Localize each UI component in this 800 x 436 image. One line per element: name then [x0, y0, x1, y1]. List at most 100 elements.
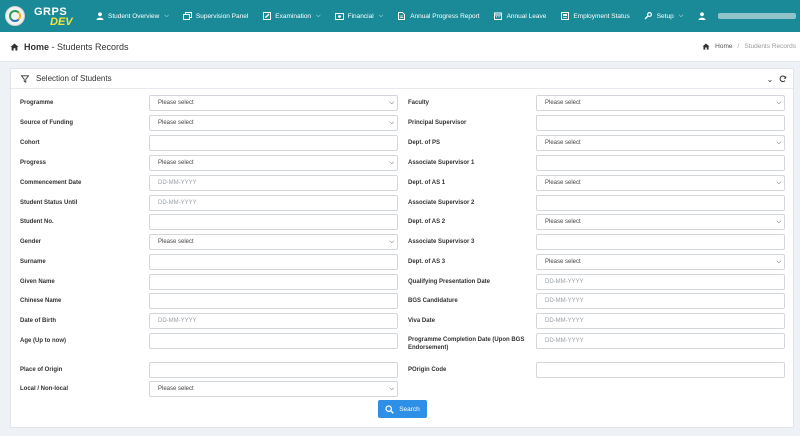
chevron-down-icon: ⌵ — [776, 259, 781, 265]
dept-of-ps-label: Dept. of PS — [408, 140, 441, 146]
page-title-sub: - Students Records — [49, 41, 129, 52]
chevron-down-icon: ⌵ — [776, 180, 781, 186]
edit-icon — [262, 12, 271, 21]
logo-icon — [5, 6, 25, 26]
local-non-local-label: Local / Non-local — [20, 386, 69, 392]
nav-examination[interactable]: Examination ⌵ — [255, 0, 327, 32]
id-card-icon — [560, 12, 569, 21]
form-row: Qualifying Presentation Date DD-MM-YYYY — [11, 274, 795, 290]
dept-of-as2-select[interactable]: Please select ⌵ — [536, 214, 785, 230]
redacted-username — [718, 13, 796, 19]
bgs-candidature-label: BGS Candidature — [408, 298, 458, 304]
associate-supervisor-3-label: Associate Supervisor 3 — [408, 239, 475, 245]
form-row: Dept. of PS Please select ⌵ — [11, 135, 795, 151]
nav-annual-progress-report[interactable]: Annual Progress Report — [390, 0, 486, 32]
chevron-down-icon: ⌵ — [776, 140, 781, 146]
money-icon — [334, 12, 344, 21]
form-row: BGS Candidature DD-MM-YYYY — [11, 293, 795, 309]
brand[interactable]: GRPS DEV — [30, 0, 88, 32]
form-row: Associate Supervisor 1 — [11, 155, 795, 171]
environment-badge: DEV — [50, 16, 73, 28]
search-label: Search — [399, 405, 420, 413]
dept-of-as3-label: Dept. of AS 3 — [408, 259, 446, 265]
chevron-down-icon: ⌵ — [776, 219, 781, 225]
dept-of-as1-select[interactable]: Please select ⌵ — [536, 175, 785, 191]
qualifying-presentation-date-label: Qualifying Presentation Date — [408, 279, 491, 285]
programme-completion-date-label: Programme Completion Date (Upon BGS Endo… — [408, 337, 525, 351]
viva-date-input[interactable]: DD-MM-YYYY — [536, 313, 785, 329]
top-navbar: GRPS DEV Student Overview ⌵ Supervision … — [0, 0, 800, 32]
breadcrumb-separator: / — [737, 42, 740, 50]
dept-of-as1-label: Dept. of AS 1 — [408, 180, 446, 186]
nav-employment-status[interactable]: Employment Status — [553, 0, 636, 32]
faculty-select[interactable]: Please select ⌵ — [536, 95, 785, 111]
associate-supervisor-3-input[interactable] — [536, 234, 785, 250]
form-row: Dept. of AS 2 Please select ⌵ — [11, 214, 795, 230]
local-non-local-select[interactable]: Please select ⌵ — [149, 381, 398, 397]
user-menu[interactable] — [697, 0, 796, 32]
chevron-down-icon: ⌵ — [378, 12, 384, 19]
nav-setup[interactable]: Setup ⌵ — [637, 0, 691, 32]
form-row: Faculty Please select ⌵ — [11, 95, 795, 111]
form-row: Associate Supervisor 2 — [11, 195, 795, 211]
home-icon — [701, 41, 711, 51]
viva-date-label: Viva Date — [408, 318, 435, 324]
filter-icon — [20, 74, 29, 83]
search-icon — [385, 404, 394, 414]
nav-label: Annual Leave — [506, 12, 547, 20]
nav-student-overview[interactable]: Student Overview ⌵ — [88, 0, 176, 32]
porigin-code-input[interactable] — [536, 362, 785, 378]
nav-financial[interactable]: Financial ⌵ — [328, 0, 391, 32]
main-menu: Student Overview ⌵ Supervision Panel Exa… — [88, 0, 690, 32]
associate-supervisor-2-input[interactable] — [536, 195, 785, 211]
user-icon — [697, 12, 706, 21]
principal-supervisor-label: Principal Supervisor — [408, 120, 467, 126]
card-title: Selection of Students — [36, 74, 112, 83]
calendar-icon — [494, 12, 503, 21]
breadcrumb-home[interactable]: Home — [715, 43, 732, 50]
form-row: Viva Date DD-MM-YYYY — [11, 313, 795, 329]
dept-of-ps-select[interactable]: Please select ⌵ — [536, 135, 785, 151]
associate-supervisor-2-label: Associate Supervisor 2 — [408, 200, 475, 206]
select-value: Please select — [545, 100, 581, 106]
principal-supervisor-input[interactable] — [536, 115, 785, 131]
faculty-label: Faculty — [408, 100, 430, 106]
panel-icon — [182, 12, 192, 21]
document-icon — [397, 12, 406, 21]
qualifying-presentation-date-input[interactable]: DD-MM-YYYY — [536, 274, 785, 290]
page-title-main: Home — [24, 41, 50, 52]
form-row: Associate Supervisor 3 — [11, 234, 795, 250]
breadcrumb-current: Students Records — [744, 42, 796, 50]
select-value: Please select — [545, 140, 581, 146]
select-value: Please select — [158, 386, 194, 392]
user-icon — [95, 12, 104, 21]
nav-supervision-panel[interactable]: Supervision Panel — [176, 0, 255, 32]
associate-supervisor-1-input[interactable] — [536, 155, 785, 171]
logo[interactable] — [0, 0, 30, 32]
nav-label: Supervision Panel — [195, 12, 249, 20]
nav-annual-leave[interactable]: Annual Leave — [487, 0, 554, 32]
nav-label: Setup — [656, 12, 674, 20]
chevron-down-icon: ⌵ — [776, 100, 781, 106]
associate-supervisor-1-label: Associate Supervisor 1 — [408, 160, 475, 166]
search-button[interactable]: Search — [378, 400, 427, 418]
bgs-candidature-input[interactable]: DD-MM-YYYY — [536, 293, 785, 309]
page-title: Home - Students Records — [24, 42, 129, 52]
select-value: Please select — [545, 180, 581, 186]
form-row: Dept. of AS 3 Please select ⌵ — [11, 254, 795, 270]
form-row: Dept. of AS 1 Please select ⌵ — [11, 175, 795, 191]
form-row: Principal Supervisor — [11, 115, 795, 131]
dept-of-as3-select[interactable]: Please select ⌵ — [536, 254, 785, 270]
select-value: Please select — [545, 219, 581, 225]
nav-label: Annual Progress Report — [410, 12, 480, 20]
porigin-code-label: POrigin Code — [408, 367, 447, 373]
refresh-icon[interactable] — [778, 74, 788, 84]
chevron-down-icon[interactable]: ⌄ — [765, 74, 775, 84]
breadcrumb: Home / Students Records — [692, 41, 796, 51]
programme-completion-date-input[interactable]: DD-MM-YYYY — [536, 333, 785, 349]
dept-of-as2-label: Dept. of AS 2 — [408, 219, 446, 225]
form-row: POrigin Code — [11, 362, 795, 378]
form-row: Local / Non-local Please select ⌵ — [11, 381, 795, 397]
card-header: Selection of Students ⌄ — [11, 69, 793, 89]
home-icon — [9, 42, 19, 52]
